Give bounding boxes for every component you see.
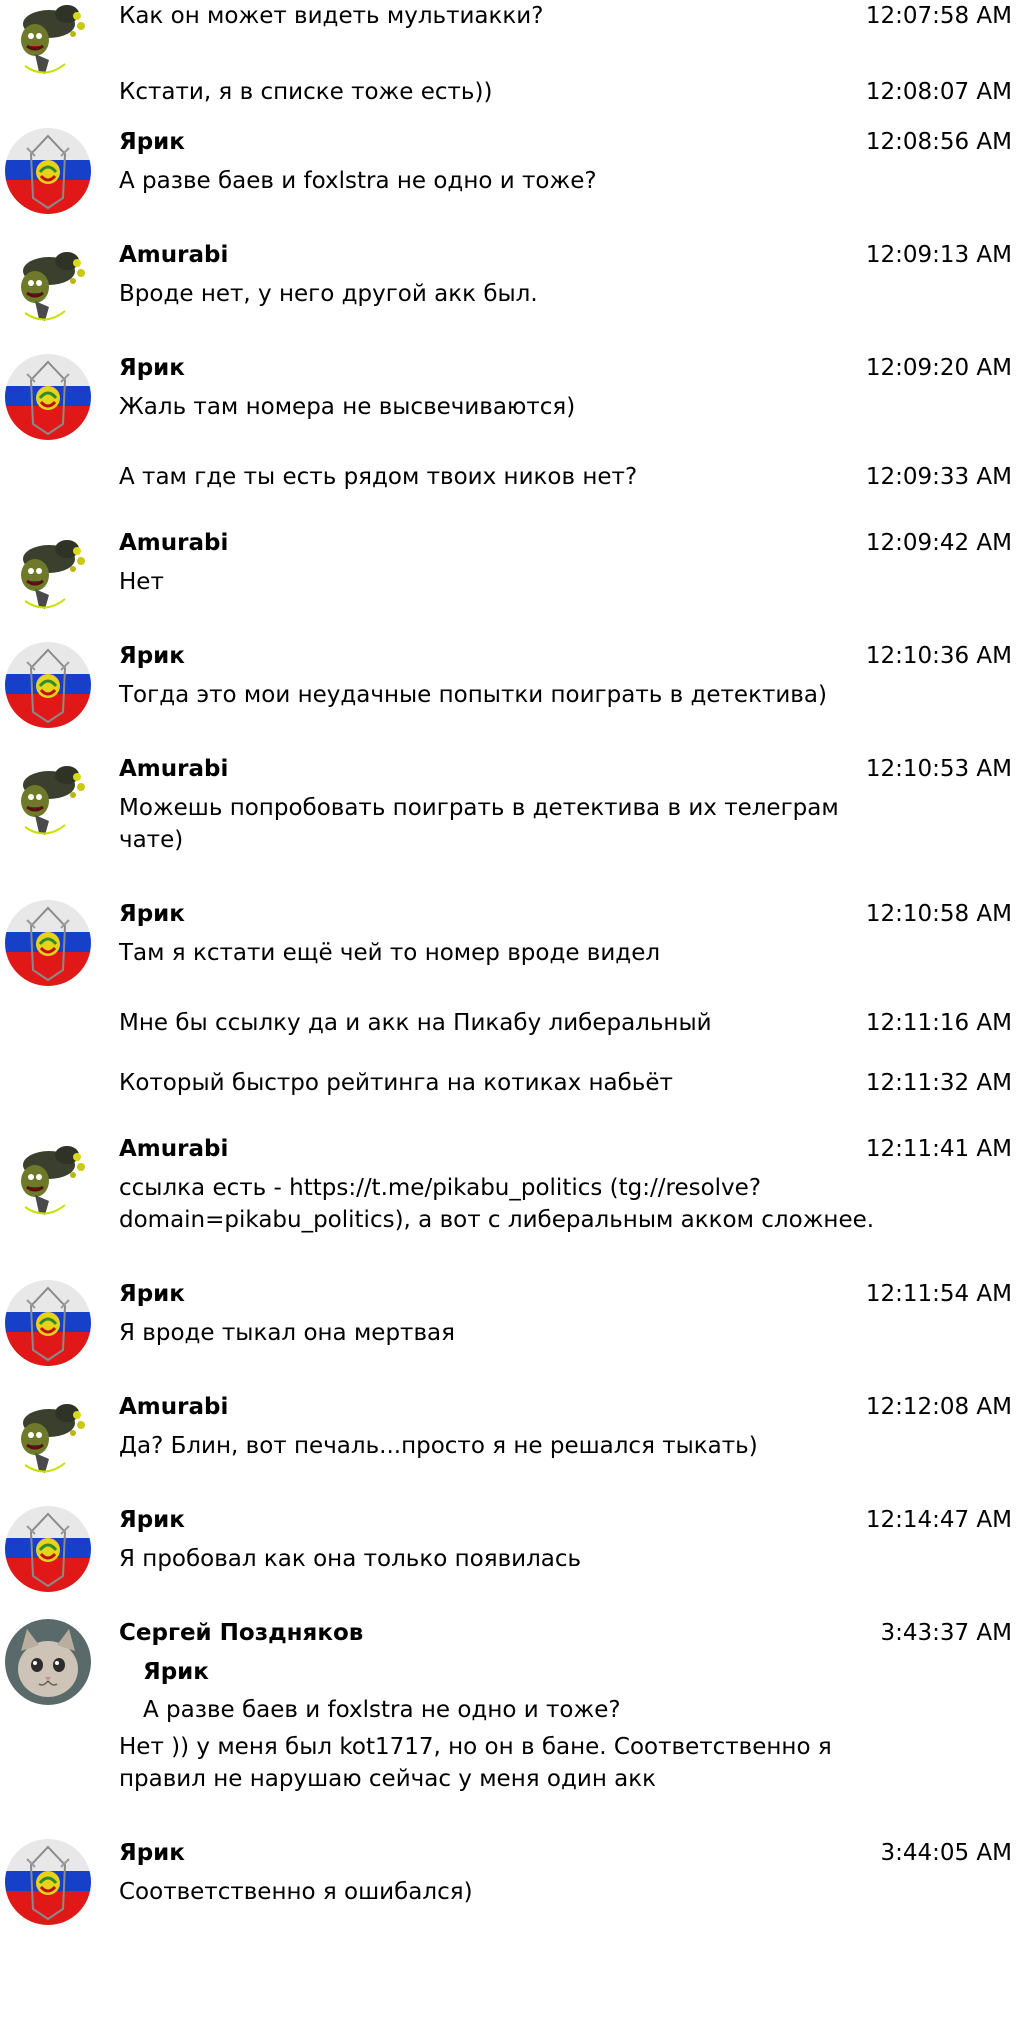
message-author[interactable]: Ярик [119, 126, 879, 158]
quoted-author: Ярик [143, 1659, 209, 1685]
message-text: Мне бы ссылку да и акк на Пикабу либерал… [119, 1010, 712, 1036]
message-author[interactable]: Ярик [119, 640, 879, 672]
message-text: ссылка есть - https://t.me/pikabu_politi… [119, 1175, 875, 1233]
chat-message: 12:11:32 AM Который быстро рейтинга на к… [0, 1039, 1017, 1099]
message-time: 12:11:32 AM [865, 1070, 1012, 1096]
message-time: 12:14:47 AM [865, 1507, 1012, 1533]
message-time: 12:10:36 AM [865, 643, 1012, 669]
avatar-goblin[interactable] [5, 755, 91, 841]
chat-message: 12:09:33 AM А там где ты есть рядом твои… [0, 423, 1017, 493]
avatar-goblin[interactable] [5, 1135, 91, 1221]
message-author[interactable]: Ярик [119, 1278, 879, 1310]
message-time: 3:44:05 AM [880, 1840, 1012, 1866]
message-author[interactable]: Ярик [119, 352, 879, 384]
message-author[interactable]: Amurabi [119, 527, 879, 559]
message-time: 12:09:42 AM [865, 530, 1012, 556]
message-time: 12:07:58 AM [865, 3, 1012, 29]
chat-message: 12:12:08 AM Amurabi Да? Блин, вот печаль… [0, 1349, 1017, 1462]
quoted-message[interactable]: Ярик А разве баев и foxlstra не одно и т… [143, 1656, 879, 1726]
message-time: 12:10:53 AM [865, 756, 1012, 782]
chat-message: 12:11:16 AM Мне бы ссылку да и акк на Пи… [0, 969, 1017, 1039]
message-text: Нет )) у меня был kot1717, но он в бане.… [119, 1734, 832, 1792]
chat-message: 12:10:58 AM Ярик Там я кстати ещё чей то… [0, 856, 1017, 969]
message-time: 3:43:37 AM [880, 1620, 1012, 1646]
quoted-text: А разве баев и foxlstra не одно и тоже? [143, 1697, 621, 1723]
message-author[interactable]: Ярик [119, 1837, 879, 1869]
chat-message: 12:10:36 AM Ярик Тогда это мои неудачные… [0, 598, 1017, 711]
message-time: 12:08:07 AM [865, 79, 1012, 105]
message-text: Соответственно я ошибался) [119, 1879, 473, 1905]
chat-message: 12:09:42 AM Amurabi Нет [0, 493, 1017, 598]
chat-message: 12:11:54 AM Ярик Я вроде тыкал она мертв… [0, 1236, 1017, 1349]
message-time: 12:12:08 AM [865, 1394, 1012, 1420]
message-author[interactable]: Ярик [119, 898, 879, 930]
chat-message: 3:43:37 AM Сергей Поздняков Ярик А разве… [0, 1575, 1017, 1795]
message-time: 12:11:54 AM [865, 1281, 1012, 1307]
message-author[interactable]: Amurabi [119, 1391, 879, 1423]
message-text: Я пробовал как она только появилась [119, 1546, 582, 1572]
avatar-cat[interactable] [5, 1619, 91, 1705]
message-text: Можешь попробовать поиграть в детектива … [119, 795, 839, 853]
message-time: 12:11:41 AM [865, 1136, 1012, 1162]
chat-message: 12:14:47 AM Ярик Я пробовал как она толь… [0, 1462, 1017, 1575]
chat-message: 12:08:56 AM Ярик А разве баев и foxlstra… [0, 108, 1017, 197]
message-text: Который быстро рейтинга на котиках набьё… [119, 1070, 673, 1096]
message-text: Тогда это мои неудачные попытки поиграть… [119, 682, 827, 708]
avatar-flag[interactable] [5, 1839, 91, 1925]
chat-message: 12:09:20 AM Ярик Жаль там номера не высв… [0, 310, 1017, 423]
message-time: 12:08:56 AM [865, 129, 1012, 155]
message-text: Да? Блин, вот печаль...просто я не решал… [119, 1433, 758, 1459]
message-time: 12:10:58 AM [865, 901, 1012, 927]
chat-message: 12:07:58 AM Как он может видеть мультиак… [0, 0, 1017, 32]
chat-message: 12:11:41 AM Amurabi ссылка есть - https:… [0, 1099, 1017, 1236]
message-text: Вроде нет, у него другой акк был. [119, 281, 538, 307]
message-text: Там я кстати ещё чей то номер вроде виде… [119, 940, 661, 966]
message-time: 12:11:16 AM [865, 1010, 1012, 1036]
message-author[interactable]: Amurabi [119, 1133, 879, 1165]
message-text: Как он может видеть мультиакки? [119, 3, 544, 29]
message-author[interactable]: Amurabi [119, 239, 879, 271]
message-text: Я вроде тыкал она мертвая [119, 1320, 455, 1346]
message-time: 12:09:13 AM [865, 242, 1012, 268]
message-text: Жаль там номера не высвечиваются) [119, 394, 576, 420]
message-author[interactable]: Amurabi [119, 753, 879, 785]
message-text: А разве баев и foxlstra не одно и тоже? [119, 168, 597, 194]
message-text: А там где ты есть рядом твоих ников нет? [119, 464, 638, 490]
message-text: Нет [119, 569, 164, 595]
chat-message: 12:10:53 AM Amurabi Можешь попробовать п… [0, 711, 1017, 856]
message-time: 12:09:20 AM [865, 355, 1012, 381]
chat-message-list: 12:07:58 AM Как он может видеть мультиак… [0, 0, 1017, 1908]
message-text: Кстати, я в списке тоже есть)) [119, 79, 493, 105]
message-time: 12:09:33 AM [865, 464, 1012, 490]
chat-message: 12:08:07 AM Кстати, я в списке тоже есть… [0, 32, 1017, 108]
message-author[interactable]: Сергей Поздняков [119, 1617, 879, 1649]
chat-message: 3:44:05 AM Ярик Соответственно я ошибалс… [0, 1795, 1017, 1908]
message-author[interactable]: Ярик [119, 1504, 879, 1536]
chat-message: 12:09:13 AM Amurabi Вроде нет, у него др… [0, 197, 1017, 310]
